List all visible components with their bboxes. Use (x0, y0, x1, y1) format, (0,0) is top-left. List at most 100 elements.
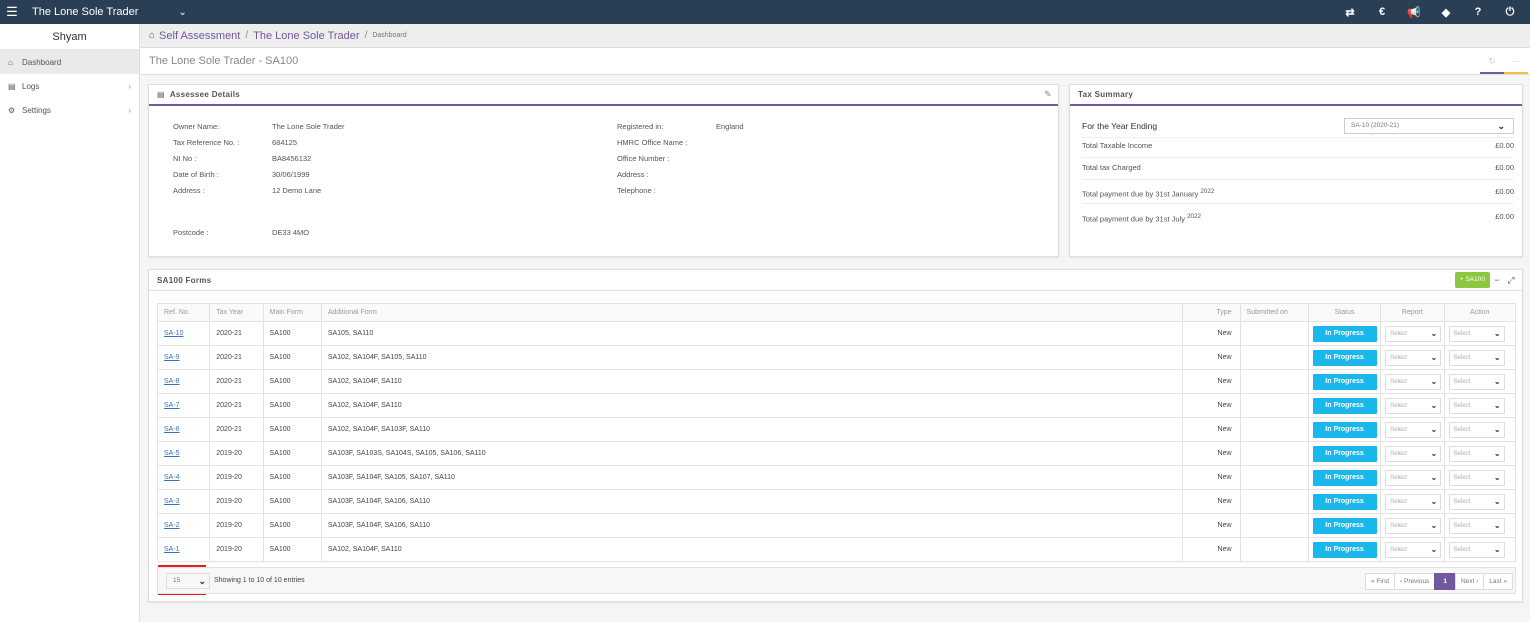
menu-icon[interactable]: ☰ (0, 4, 24, 20)
dob-value: 30/06/1999 (272, 170, 310, 179)
breadcrumb: ⌂ Self Assessment / The Lone Sole Trader… (140, 24, 1530, 48)
year-select[interactable]: SA-10 (2020-21) ⌄ (1344, 118, 1514, 134)
summary-value: £0.00 (1495, 163, 1514, 172)
home-icon[interactable]: ⌂ (149, 30, 155, 41)
status-badge[interactable]: In Progress (1312, 541, 1377, 558)
swap-icon[interactable]: ⇄ (1334, 6, 1366, 19)
status-badge[interactable]: In Progress (1312, 469, 1377, 486)
submitted-on-cell (1239, 537, 1309, 562)
ref-link[interactable]: SA-2 (156, 513, 211, 538)
type-cell: New (1182, 513, 1241, 538)
report-select[interactable]: Select ⌄ (1385, 469, 1442, 486)
chevron-down-icon: ⌄ (1430, 472, 1438, 482)
report-cell: Select ⌄ (1380, 537, 1445, 562)
expand-icon[interactable]: ⤢ (1504, 275, 1518, 286)
report-select[interactable]: Select ⌄ (1385, 325, 1442, 342)
breadcrumb-trader[interactable]: The Lone Sole Trader (253, 30, 359, 42)
report-select[interactable]: Select ⌄ (1385, 397, 1442, 414)
add-sa100-button[interactable]: + SA100 (1454, 272, 1490, 288)
breadcrumb-self-assessment[interactable]: Self Assessment (159, 30, 240, 42)
status-badge[interactable]: In Progress (1312, 493, 1377, 510)
chevron-down-icon: ⌄ (1430, 424, 1438, 434)
column-header-additional-form: Additional Form (320, 303, 1184, 322)
chevron-down-icon[interactable]: ⌄ (178, 7, 186, 18)
sidebar: Shyam ⌂ Dashboard ▤ Logs › ⚙ Settings › (0, 24, 140, 622)
chevron-down-icon: ⌄ (1430, 544, 1438, 554)
status-badge[interactable]: In Progress (1312, 397, 1377, 414)
page-size-select[interactable]: 15 ⌄ (166, 573, 210, 589)
pager-next[interactable]: Next › (1454, 573, 1485, 590)
action-cell: Select ⌄ (1443, 441, 1517, 466)
collapse-icon[interactable]: − (1490, 275, 1504, 285)
ref-link[interactable]: SA-7 (156, 393, 211, 418)
ref-link[interactable]: SA-9 (156, 345, 211, 370)
breadcrumb-separator: / (245, 30, 249, 41)
chevron-down-icon: ⌄ (1493, 328, 1501, 338)
chevron-down-icon: ⌄ (1493, 424, 1501, 434)
tag-icon[interactable]: ◆ (1430, 6, 1462, 19)
table-row: SA-6 2020-21 SA100 SA102, SA104F, SA103F, S… (156, 417, 1517, 442)
action-select[interactable]: Select ⌄ (1448, 397, 1505, 414)
type-cell: New (1182, 465, 1241, 490)
panel-header: SA100 Forms (149, 270, 1522, 291)
summary-value: £0.00 (1495, 212, 1514, 221)
ref-link[interactable]: SA-4 (156, 465, 211, 490)
ref-link[interactable]: SA-6 (156, 417, 211, 442)
help-icon[interactable]: ? (1462, 6, 1494, 18)
sidebar-item-logs[interactable]: ▤ Logs › (0, 74, 139, 98)
report-select[interactable]: Select ⌄ (1385, 349, 1442, 366)
megaphone-icon[interactable]: 📢 (1398, 6, 1430, 19)
ref-link[interactable]: SA-1 (156, 537, 211, 562)
action-select[interactable]: Select ⌄ (1448, 541, 1505, 558)
column-header-tax-year: Tax Year (209, 303, 264, 322)
status-cell: In Progress (1307, 441, 1382, 466)
power-icon[interactable]: ⏻ (1494, 6, 1526, 19)
report-select-value: Select (1390, 498, 1407, 505)
status-badge[interactable]: In Progress (1312, 421, 1377, 438)
ref-link[interactable]: SA-10 (156, 321, 211, 346)
report-select[interactable]: Select ⌄ (1385, 445, 1442, 462)
submitted-on-cell (1239, 321, 1309, 346)
sidebar-item-settings[interactable]: ⚙ Settings › (0, 98, 139, 122)
action-select[interactable]: Select ⌄ (1448, 325, 1505, 342)
main-form-cell: SA100 (262, 489, 322, 514)
report-select[interactable]: Select ⌄ (1385, 517, 1442, 534)
pager-first[interactable]: « First (1364, 573, 1396, 590)
report-cell: Select ⌄ (1380, 369, 1445, 394)
ref-link[interactable]: SA-3 (156, 489, 211, 514)
ref-link[interactable]: SA-5 (156, 441, 211, 466)
action-select[interactable]: Select ⌄ (1448, 469, 1505, 486)
table-row: SA-8 2020-21 SA100 SA102, SA104F, SA110 New I… (156, 369, 1517, 394)
pager-current[interactable]: 1 (1434, 573, 1456, 590)
ref-link[interactable]: SA-8 (156, 369, 211, 394)
edit-icon[interactable]: ✎ (1044, 89, 1052, 100)
action-select[interactable]: Select ⌄ (1448, 445, 1505, 462)
action-select[interactable]: Select ⌄ (1448, 421, 1505, 438)
status-badge[interactable]: In Progress (1312, 325, 1377, 342)
report-select[interactable]: Select ⌄ (1385, 493, 1442, 510)
status-badge[interactable]: In Progress (1312, 373, 1377, 390)
additional-form-cell: SA103F, SA104F, SA106, SA110 (320, 489, 1184, 514)
pager-previous[interactable]: ‹ Previous (1394, 573, 1436, 590)
refresh-icon[interactable]: ↻ (1480, 48, 1504, 74)
action-select[interactable]: Select ⌄ (1448, 373, 1505, 390)
tax-summary-panel: Tax Summary For the Year Ending SA-10 (2… (1069, 84, 1523, 257)
column-header-submitted-on: Submitted on (1239, 303, 1309, 322)
more-icon[interactable]: ⋯ (1504, 48, 1528, 74)
action-select[interactable]: Select ⌄ (1448, 349, 1505, 366)
status-badge[interactable]: In Progress (1312, 445, 1377, 462)
status-badge[interactable]: In Progress (1312, 349, 1377, 366)
status-badge[interactable]: In Progress (1312, 517, 1377, 534)
currency-icon[interactable]: € (1366, 6, 1398, 18)
address-value: 12 Demo Lane (272, 186, 322, 195)
action-select[interactable]: Select ⌄ (1448, 517, 1505, 534)
report-select[interactable]: Select ⌄ (1385, 373, 1442, 390)
tax-year-cell: 2020-21 (209, 345, 264, 370)
report-select[interactable]: Select ⌄ (1385, 541, 1442, 558)
pager-last[interactable]: Last » (1483, 573, 1513, 590)
sidebar-item-dashboard[interactable]: ⌂ Dashboard (0, 50, 139, 74)
action-select[interactable]: Select ⌄ (1448, 493, 1505, 510)
report-select[interactable]: Select ⌄ (1385, 421, 1442, 438)
status-cell: In Progress (1307, 321, 1382, 346)
report-cell: Select ⌄ (1380, 417, 1445, 442)
